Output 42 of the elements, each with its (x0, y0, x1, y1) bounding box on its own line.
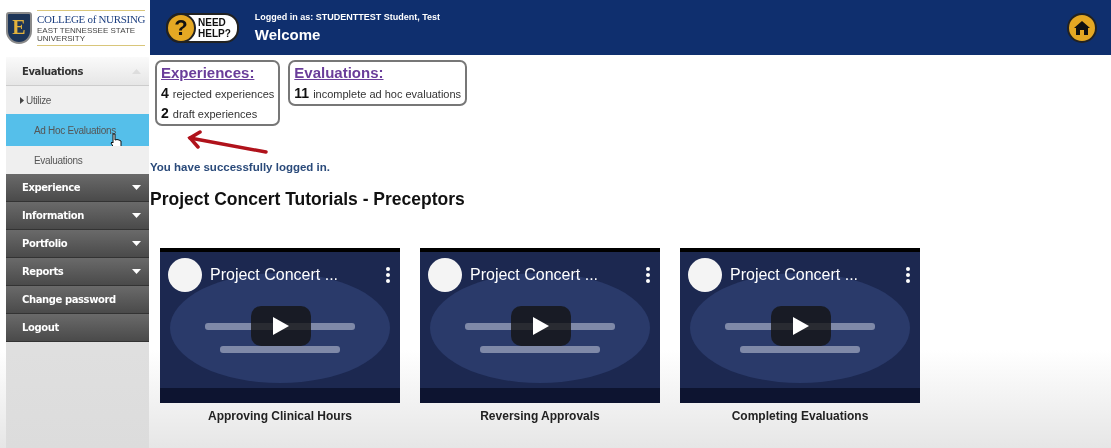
home-icon (1073, 19, 1091, 36)
sidebar-item[interactable]: Reports (6, 258, 149, 286)
logo-subtitle: EAST TENNESSEE STATE UNIVERSITY (37, 26, 137, 43)
video-title[interactable]: Project Concert ... (210, 266, 378, 284)
video-title[interactable]: Project Concert ... (730, 266, 898, 284)
sidebar-item[interactable]: Evaluations (6, 57, 149, 86)
video-caption: Completing Evaluations (731, 409, 869, 423)
sidebar-subitem[interactable]: Evaluations (6, 146, 149, 174)
summary-link[interactable]: Evaluations: (294, 64, 462, 81)
success-message: You have successfully logged in. (150, 161, 331, 173)
sidebar-item[interactable]: Information (6, 202, 149, 230)
expand-icon (20, 96, 24, 104)
sidebar-item[interactable]: Logout (6, 314, 149, 342)
video-caption: Approving Clinical Hours (208, 409, 352, 423)
summary-entry: 11 incomplete ad hoc evaluations (294, 85, 462, 101)
summary-entry: 2 draft experiences (161, 105, 259, 121)
play-button[interactable] (511, 306, 571, 346)
home-button[interactable] (1067, 12, 1097, 43)
summary-entry: 4 rejected experiences (161, 85, 275, 101)
video-caption: Reversing Approvals (480, 409, 600, 423)
summary-link[interactable]: Experiences: (161, 64, 275, 81)
more-icon[interactable] (906, 267, 910, 283)
play-button[interactable] (251, 306, 311, 346)
more-icon[interactable] (386, 267, 390, 283)
video-title[interactable]: Project Concert ... (470, 266, 638, 284)
play-button[interactable] (771, 306, 831, 346)
play-icon (533, 317, 549, 335)
play-icon (273, 317, 289, 335)
sidebar-subitem[interactable]: Ad Hoc Evaluations (6, 114, 149, 146)
sidebar-item[interactable]: Experience (6, 174, 149, 202)
play-icon (793, 317, 809, 335)
sidebar-subitem[interactable]: Utilize (6, 86, 149, 114)
section-heading: Project Concert Tutorials - Preceptors (150, 189, 466, 210)
logo-emblem: E (6, 11, 32, 44)
sidebar-item[interactable]: Portfolio (6, 230, 149, 258)
logo-title: COLLEGE of NURSING (37, 12, 146, 25)
page-title: Welcome (254, 26, 322, 43)
sidebar-item[interactable]: Change password (6, 286, 149, 314)
more-icon[interactable] (646, 267, 650, 283)
hand-cursor-icon (110, 133, 122, 149)
logged-in-text: Logged in as: STUDENTTEST Student, Test (254, 12, 442, 22)
help-button[interactable]: ? NEED HELP? (166, 12, 239, 43)
